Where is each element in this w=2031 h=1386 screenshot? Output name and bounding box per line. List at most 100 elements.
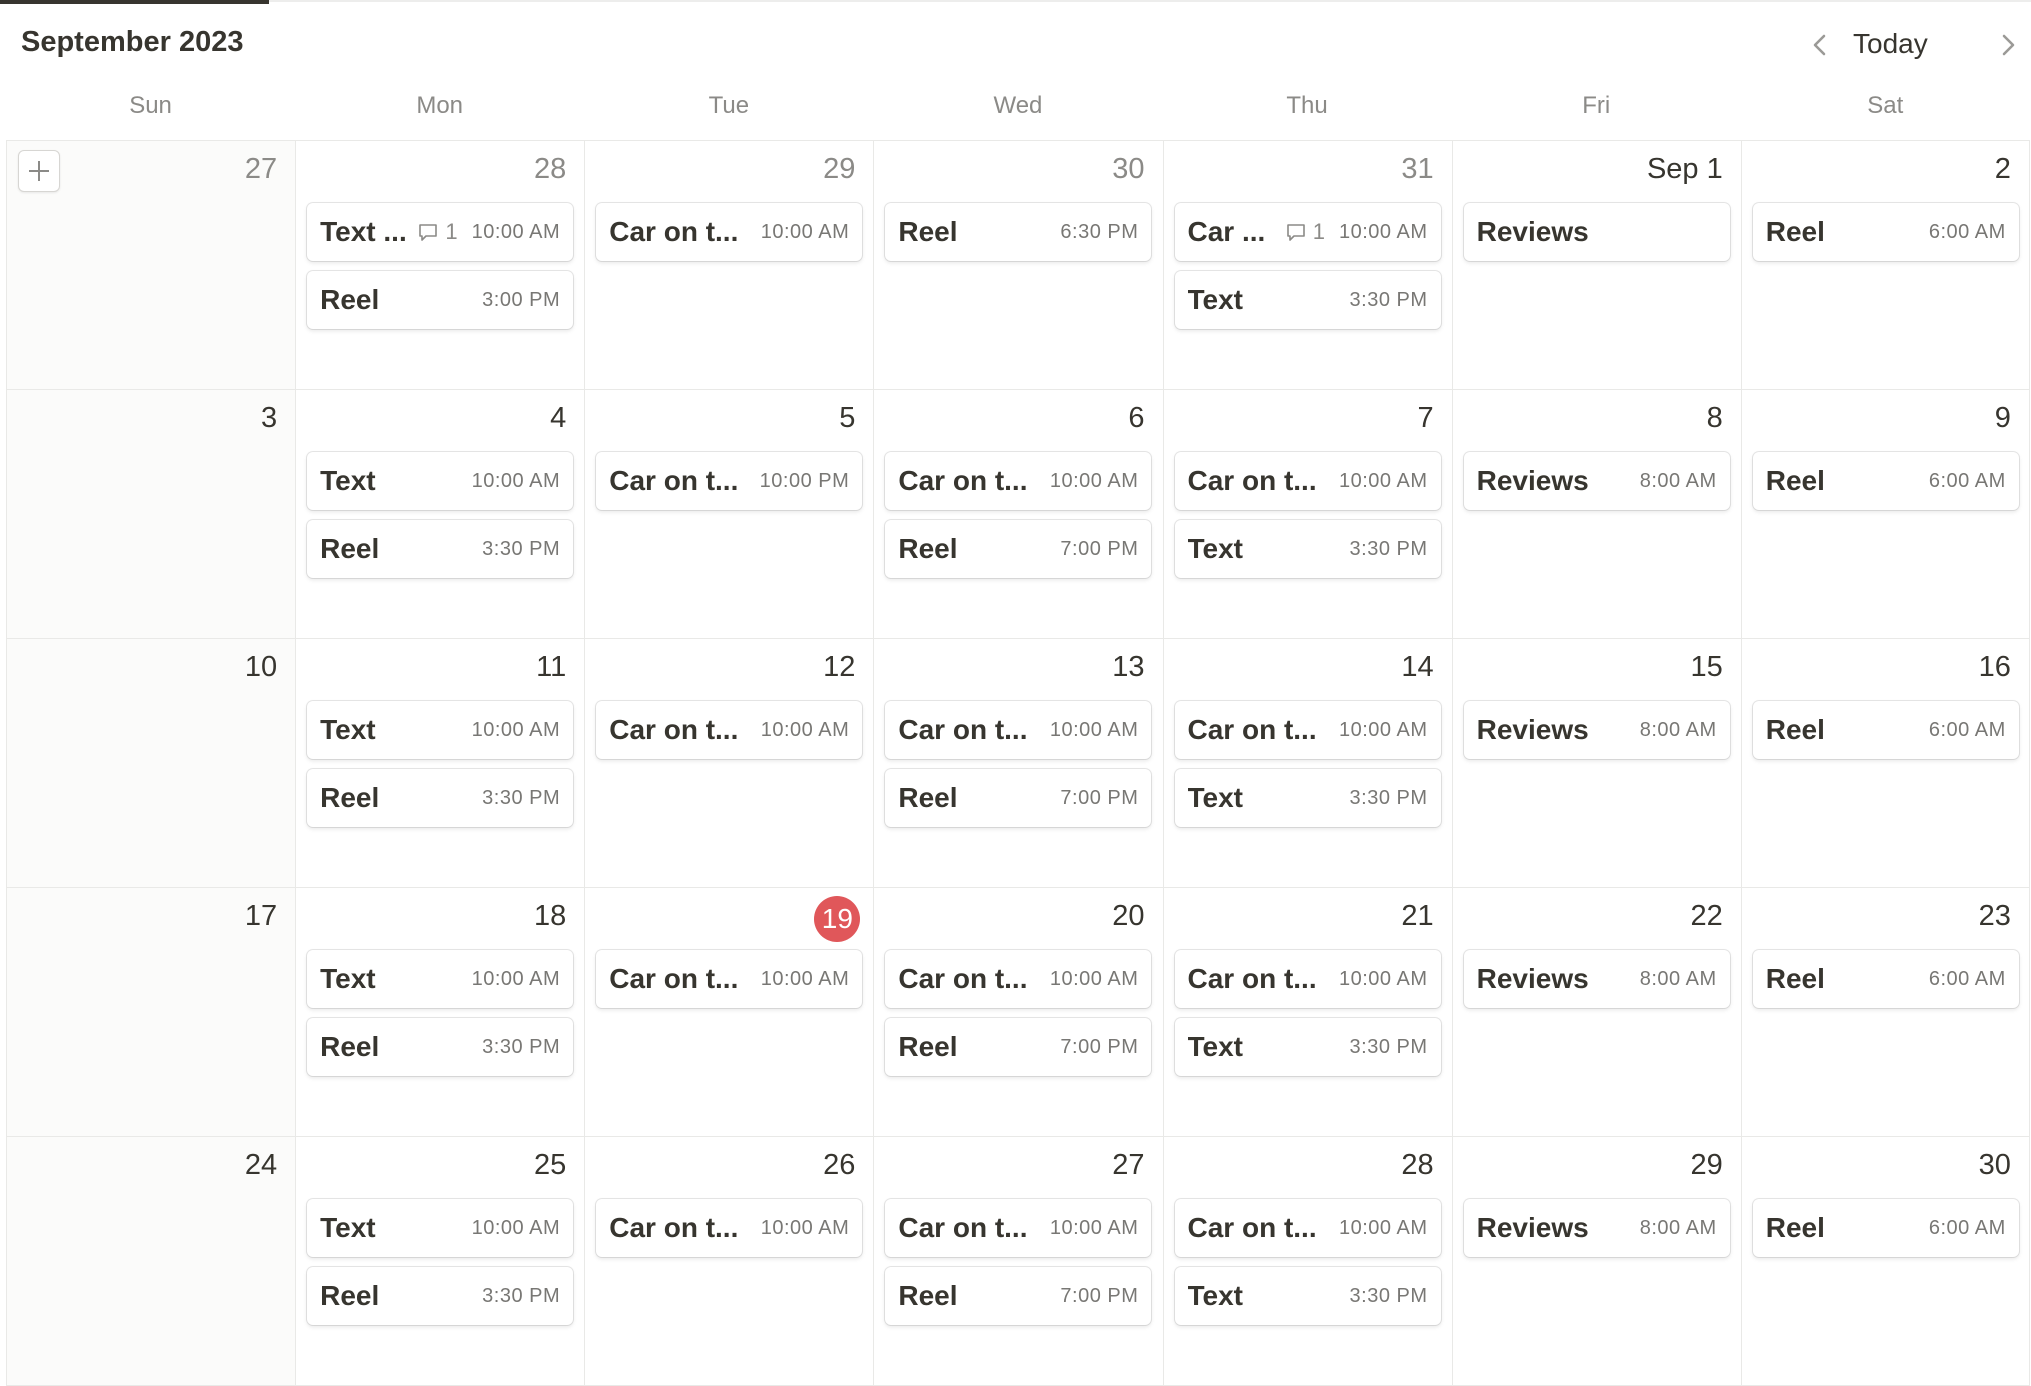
event-card[interactable]: Text 3:30 PM [1174,520,1441,578]
event-title: Reel [1765,465,1825,496]
day-number: 29 [823,153,856,185]
event-card[interactable]: Reviews 8:00 AM [1463,950,1730,1008]
event-card[interactable]: Car on t... 10:00 AM [885,701,1152,759]
day-cell[interactable]: 6 Car on t... 10:00 AM Reel 7:00 PM [873,390,1162,638]
day-cell[interactable]: 21 Car on t... 10:00 AM Text 3:30 PM [1162,888,1452,1136]
event-card[interactable]: Car on t... 10:00 AM [885,1199,1152,1257]
day-cell[interactable]: 31 Car ... 1 10:00 AM Text 3:30 PM [1162,141,1452,389]
add-event-button[interactable] [18,150,60,192]
event-card[interactable]: Text 10:00 AM [307,950,574,1008]
event-card[interactable]: Reel 7:00 PM [885,769,1152,827]
event-card[interactable]: Car on t... 10:00 AM [596,1199,863,1257]
event-title: Reel [1765,963,1825,994]
event-card[interactable]: Text 10:00 AM [307,452,574,510]
day-cell[interactable]: 27 [6,141,296,389]
event-card[interactable]: Reel 6:00 AM [1752,701,2019,759]
event-card[interactable]: Car ... 1 10:00 AM [1174,203,1441,261]
day-cell[interactable]: 9 Reel 6:00 AM [1740,390,2030,638]
day-cell[interactable]: 18 Text 10:00 AM Reel 3:30 PM [295,888,584,1136]
day-cell[interactable]: 30 Reel 6:30 PM [873,141,1162,389]
event-card[interactable]: Car on t... 10:00 AM [885,452,1152,510]
day-cell[interactable]: 28 Text ... 1 10:00 AM Reel 3:00 PM [295,141,584,389]
day-cell[interactable]: 7 Car on t... 10:00 AM Text 3:30 PM [1162,390,1452,638]
event-title: Car on t... [609,216,739,247]
event-card[interactable]: Car on t... 10:00 PM [596,452,863,510]
event-card[interactable]: Reel 7:00 PM [885,520,1152,578]
day-cell[interactable]: 3 [6,390,296,638]
day-cell[interactable]: 17 [6,888,296,1136]
day-cell[interactable]: 4 Text 10:00 AM Reel 3:30 PM [295,390,584,638]
event-card[interactable]: Text 3:30 PM [1174,769,1441,827]
event-time: 8:00 AM [1639,469,1717,492]
event-time: 10:00 AM [1338,469,1428,492]
day-cell[interactable]: 27 Car on t... 10:00 AM Reel 7:00 PM [873,1137,1162,1385]
event-card[interactable]: Text 3:30 PM [1174,271,1441,329]
day-cell[interactable]: 23 Reel 6:00 AM [1740,888,2030,1136]
day-number: 31 [1401,153,1434,185]
event-title: Reel [320,1280,380,1311]
event-card[interactable]: Car on t... 10:00 AM [596,203,863,261]
previous-month-button[interactable] [1801,26,1839,64]
day-cell[interactable]: 8 Reviews 8:00 AM [1451,390,1741,638]
event-card[interactable]: Reviews 8:00 AM [1463,452,1730,510]
event-card[interactable]: Text 10:00 AM [307,701,574,759]
day-cell[interactable]: 29 Reviews 8:00 AM [1451,1137,1741,1385]
day-cell[interactable]: 13 Car on t... 10:00 AM Reel 7:00 PM [873,639,1162,887]
event-time: 10:00 AM [1049,469,1139,492]
event-card[interactable]: Text 3:30 PM [1174,1018,1441,1076]
event-card[interactable]: Reel 3:30 PM [307,520,574,578]
day-cell[interactable]: 15 Reviews 8:00 AM [1451,639,1741,887]
day-cell[interactable]: 14 Car on t... 10:00 AM Text 3:30 PM [1162,639,1452,887]
event-card[interactable]: Reel 3:30 PM [307,1267,574,1325]
today-button[interactable]: Today [1853,28,1928,60]
day-number: 13 [1112,651,1145,683]
day-cell[interactable]: 26 Car on t... 10:00 AM [584,1137,873,1385]
event-card[interactable]: Car on t... 10:00 AM [1174,452,1441,510]
event-card[interactable]: Reel 6:30 PM [885,203,1152,261]
day-cell[interactable]: 29 Car on t... 10:00 AM [584,141,873,389]
page-title: September 2023 [21,26,244,58]
event-card[interactable]: Car on t... 10:00 AM [1174,1199,1441,1257]
event-card[interactable]: Reviews 8:00 AM [1463,1199,1730,1257]
event-card[interactable]: Text 10:00 AM [307,1199,574,1257]
day-cell[interactable]: 11 Text 10:00 AM Reel 3:30 PM [295,639,584,887]
event-card[interactable]: Reel 3:00 PM [307,271,574,329]
event-card[interactable]: Reel 7:00 PM [885,1267,1152,1325]
event-card[interactable]: Reel 6:00 AM [1752,950,2019,1008]
day-cell[interactable]: 25 Text 10:00 AM Reel 3:30 PM [295,1137,584,1385]
event-card[interactable]: Reel 6:00 AM [1752,1199,2019,1257]
day-cell[interactable]: 2 Reel 6:00 AM [1740,141,2030,389]
day-cell[interactable]: 24 [6,1137,296,1385]
week-row: 3 4 Text 10:00 AM Reel 3:30 PM 5 Car on t... 10:… [6,390,2030,639]
day-cell[interactable]: Sep 1 Reviews [1451,141,1741,389]
day-cell[interactable]: 19 Car on t... 10:00 AM [584,888,873,1136]
event-card[interactable]: Text 3:30 PM [1174,1267,1441,1325]
day-cell[interactable]: 5 Car on t... 10:00 PM [584,390,873,638]
day-cell[interactable]: 12 Car on t... 10:00 AM [584,639,873,887]
event-card[interactable]: Car on t... 10:00 AM [596,950,863,1008]
day-cell[interactable]: 10 [6,639,296,887]
event-title: Car on t... [609,963,739,994]
day-cell[interactable]: 16 Reel 6:00 AM [1740,639,2030,887]
event-card[interactable]: Reviews [1463,203,1730,261]
event-card[interactable]: Reel 7:00 PM [885,1018,1152,1076]
event-title: Reel [320,533,380,564]
day-cell[interactable]: 20 Car on t... 10:00 AM Reel 7:00 PM [873,888,1162,1136]
event-card[interactable]: Reel 3:30 PM [307,769,574,827]
event-card[interactable]: Reel 6:00 AM [1752,203,2019,261]
event-time: 10:00 PM [759,469,850,492]
day-cell[interactable]: 28 Car on t... 10:00 AM Text 3:30 PM [1162,1137,1452,1385]
event-title: Text [1187,782,1244,813]
event-card[interactable]: Car on t... 10:00 AM [596,701,863,759]
event-card[interactable]: Reel 6:00 AM [1752,452,2019,510]
event-card[interactable]: Reviews 8:00 AM [1463,701,1730,759]
event-card[interactable]: Car on t... 10:00 AM [1174,950,1441,1008]
event-card[interactable]: Car on t... 10:00 AM [1174,701,1441,759]
day-cell[interactable]: 22 Reviews 8:00 AM [1451,888,1741,1136]
event-card[interactable]: Text ... 1 10:00 AM [307,203,574,261]
day-number: 27 [244,153,278,185]
event-card[interactable]: Car on t... 10:00 AM [885,950,1152,1008]
next-month-button[interactable] [1989,26,2027,64]
day-cell[interactable]: 30 Reel 6:00 AM [1740,1137,2030,1385]
event-card[interactable]: Reel 3:30 PM [307,1018,574,1076]
